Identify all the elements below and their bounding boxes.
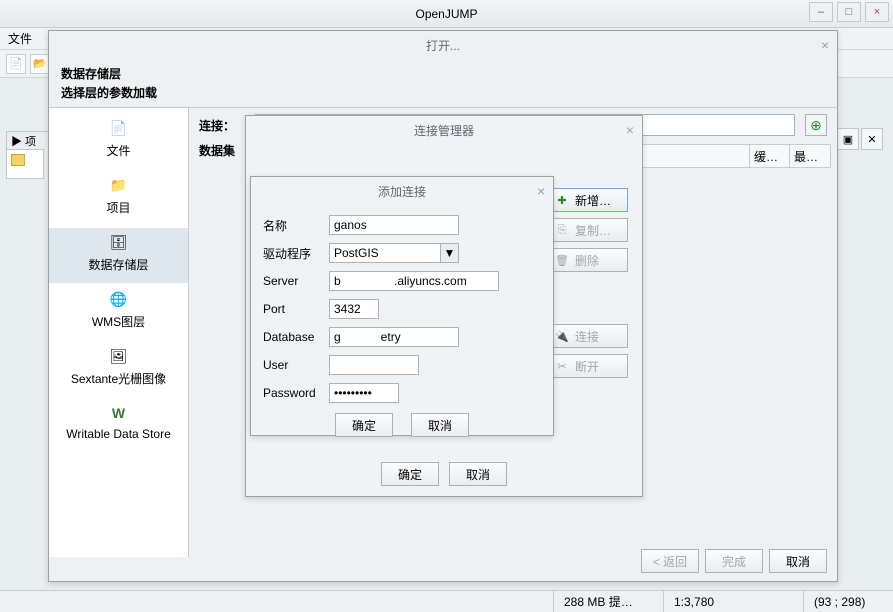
trash-icon: 🗑 — [555, 253, 569, 267]
delete-connection-button[interactable]: 🗑 删除 — [546, 248, 628, 272]
close-button[interactable]: × — [865, 2, 889, 22]
cat-datastore[interactable]: 🗄 数据存储层 — [49, 228, 188, 283]
dataset-label: 数据集 — [199, 142, 249, 159]
plug-icon: 🔌 — [555, 329, 569, 343]
add-conn-title: 添加连接 — [378, 183, 426, 200]
driver-select[interactable]: PostGIS ▼ — [329, 243, 459, 263]
connect-button[interactable]: 🔌 连接 — [546, 324, 628, 348]
conn-mgr-title: 连接管理器 — [414, 122, 474, 139]
driver-label: 驱动程序 — [263, 245, 329, 262]
cat-datastore-label: 数据存储层 — [49, 256, 188, 273]
password-label: Password — [263, 386, 329, 400]
raster-icon: 🖼 — [109, 346, 129, 366]
add-conn-cancel-button[interactable]: 取消 — [411, 413, 469, 437]
status-scale: 1:3,780 — [663, 591, 803, 612]
port-input[interactable] — [329, 299, 379, 319]
name-input[interactable] — [329, 215, 459, 235]
cat-sextante[interactable]: 🖼 Sextante光栅图像 — [49, 342, 188, 397]
user-input[interactable] — [329, 355, 419, 375]
status-bar: 288 MB 提… 1:3,780 (93 ; 298) — [0, 590, 893, 612]
connect-label: 连接： — [199, 117, 249, 134]
col-max[interactable]: 最… — [790, 145, 830, 167]
col-cache[interactable]: 缓… — [750, 145, 790, 167]
open-subheading: 选择层的参数加载 — [49, 84, 837, 107]
server-input[interactable] — [329, 271, 499, 291]
open-dialog-title-text: 打开... — [426, 37, 460, 54]
new-connection-label: 新增… — [575, 192, 611, 209]
cat-wms[interactable]: 🌐 WMS图层 — [49, 285, 188, 340]
app-title: OpenJUMP — [415, 7, 477, 21]
add-connection-icon[interactable]: ⊕ — [805, 114, 827, 136]
conn-mgr-cancel-button[interactable]: 取消 — [449, 462, 507, 486]
status-coord: (93 ; 298) — [803, 591, 893, 612]
server-label: Server — [263, 274, 329, 288]
scissors-icon: ✂ — [555, 359, 569, 373]
done-button[interactable]: 完成 — [705, 549, 763, 573]
cancel-button[interactable]: 取消 — [769, 549, 827, 573]
plus-icon: ✚ — [555, 193, 569, 207]
app-titlebar: OpenJUMP – □ × — [0, 0, 893, 28]
minimize-button[interactable]: – — [809, 2, 833, 22]
datastore-icon: 🗄 — [109, 232, 129, 252]
copy-connection-button[interactable]: ⎘ 复制… — [546, 218, 628, 242]
tool-b-button[interactable]: ✕ — [861, 128, 883, 150]
cat-project-label: 项目 — [49, 199, 188, 216]
user-label: User — [263, 358, 329, 372]
project-icon: 📁 — [109, 175, 129, 195]
toolbar-new-icon[interactable]: 📄 — [6, 54, 26, 74]
open-dialog-close-icon[interactable]: × — [821, 37, 829, 53]
delete-connection-label: 删除 — [575, 252, 599, 269]
disconnect-label: 断开 — [575, 358, 599, 375]
disconnect-button[interactable]: ✂ 断开 — [546, 354, 628, 378]
cat-file-label: 文件 — [49, 142, 188, 159]
name-label: 名称 — [263, 217, 329, 234]
connect-label: 连接 — [575, 328, 599, 345]
add-conn-close-icon[interactable]: × — [537, 183, 545, 199]
cat-project[interactable]: 📁 项目 — [49, 171, 188, 226]
cat-writable[interactable]: W Writable Data Store — [49, 399, 188, 451]
file-icon: 📄 — [109, 118, 129, 138]
port-label: Port — [263, 302, 329, 316]
driver-value: PostGIS — [334, 246, 379, 260]
back-button[interactable]: < 返回 — [641, 549, 699, 573]
open-dialog-title: 打开... × — [49, 31, 837, 59]
folder-icon — [11, 154, 25, 166]
conn-mgr-ok-button[interactable]: 确定 — [381, 462, 439, 486]
tool-a-button[interactable]: ▣ — [837, 128, 859, 150]
status-memory: 288 MB 提… — [553, 591, 663, 612]
cat-file[interactable]: 📄 文件 — [49, 114, 188, 169]
toolbar-open-icon[interactable]: 📂 — [30, 54, 50, 74]
cat-wms-label: WMS图层 — [49, 313, 188, 330]
conn-mgr-close-icon[interactable]: × — [626, 122, 634, 138]
chevron-down-icon: ▼ — [440, 244, 458, 262]
add-connection-dialog: 添加连接 × 名称 驱动程序 PostGIS ▼ Server Port Dat… — [250, 176, 554, 436]
project-panel-tab[interactable]: ▶ 项 — [6, 131, 51, 149]
globe-icon: 🌐 — [109, 289, 129, 309]
new-connection-button[interactable]: ✚ 新增… — [546, 188, 628, 212]
copy-connection-label: 复制… — [575, 222, 611, 239]
copy-icon: ⎘ — [555, 223, 569, 237]
add-conn-ok-button[interactable]: 确定 — [335, 413, 393, 437]
database-input[interactable] — [329, 327, 459, 347]
cat-writable-label: Writable Data Store — [49, 427, 188, 441]
writable-icon: W — [109, 403, 129, 423]
open-category-list: 📄 文件 📁 项目 🗄 数据存储层 🌐 WMS图层 🖼 Sextante光栅图像… — [49, 107, 189, 557]
database-label: Database — [263, 330, 329, 344]
project-tree[interactable] — [6, 149, 44, 179]
menu-file[interactable]: 文件 — [8, 30, 32, 47]
open-heading: 数据存储层 — [49, 59, 837, 84]
maximize-button[interactable]: □ — [837, 2, 861, 22]
password-input[interactable] — [329, 383, 399, 403]
cat-sextante-label: Sextante光栅图像 — [49, 370, 188, 387]
